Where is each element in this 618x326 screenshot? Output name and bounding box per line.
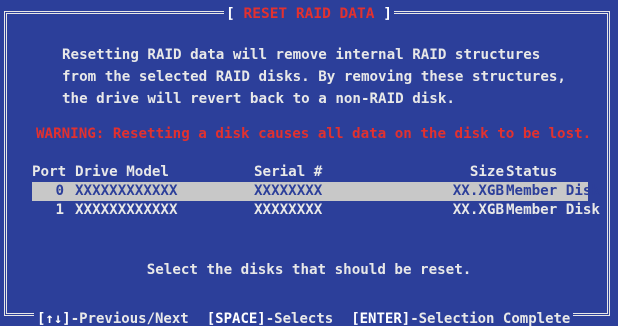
description-line-2: from the selected RAID disks. By removin… xyxy=(62,69,566,85)
table-header-row: Port Drive Model Serial # Size Status xyxy=(32,163,588,182)
description-line-1: Resetting RAID data will remove internal… xyxy=(62,47,541,63)
disk-row-0[interactable]: 0 XXXXXXXXXXXX XXXXXXXX XX.XGB Member Di… xyxy=(32,182,600,201)
key-help-complete: [ENTER]-Selection Complete xyxy=(351,309,570,326)
disk-table: Port Drive Model Serial # Size Status 0 … xyxy=(32,163,600,220)
header-serial: Serial # xyxy=(254,164,323,180)
disk-size: XX.XGB xyxy=(452,202,504,218)
description: Resetting RAID data will remove internal… xyxy=(62,44,602,110)
disk-serial: XXXXXXXX xyxy=(254,183,323,199)
description-line-3: the drive will revert back to a non-RAID… xyxy=(62,91,455,107)
warning-message: WARNING: Resetting a disk causes all dat… xyxy=(36,126,592,142)
dialog-title-text: RESET RAID DATA xyxy=(243,6,375,22)
complete-label: -Selection Complete xyxy=(410,311,571,326)
disk-model: XXXXXXXXXXXX xyxy=(75,183,178,199)
enter-key-hint: [ENTER] xyxy=(351,311,411,326)
raid-reset-screen: [ RESET RAID DATA ] Resetting RAID data … xyxy=(0,0,618,326)
key-help-select: [SPACE]-Selects xyxy=(207,309,333,326)
navigate-label: -Previous/Next xyxy=(70,311,189,326)
header-port: Port xyxy=(32,164,67,180)
title-bracket-left: [ xyxy=(226,6,244,22)
disk-model: XXXXXXXXXXXX xyxy=(75,202,178,218)
select-label: -Selects xyxy=(265,311,334,326)
header-drive-model: Drive Model xyxy=(75,164,169,180)
key-help-navigate: [↑↓]-Previous/Next xyxy=(37,309,189,326)
title-bar: [ RESET RAID DATA ] xyxy=(0,4,618,24)
header-status: Status xyxy=(506,164,558,180)
dialog-title: [ RESET RAID DATA ] xyxy=(224,4,394,24)
arrow-keys-hint: [↑↓] xyxy=(37,311,71,326)
disk-row-1[interactable]: 1 XXXXXXXXXXXX XXXXXXXX XX.XGB Member Di… xyxy=(32,201,600,220)
disk-port: 0 xyxy=(55,183,64,199)
space-key-hint: [SPACE] xyxy=(206,311,266,326)
disk-status: Member Disk xyxy=(506,202,600,218)
header-size: Size xyxy=(469,164,504,180)
disk-status: Member Disk xyxy=(506,183,600,199)
disk-size: XX.XGB xyxy=(452,183,504,199)
disk-port: 1 xyxy=(55,202,64,218)
key-help-bar: [↑↓]-Previous/Next [SPACE]-Selects [ENTER]… xyxy=(34,309,574,326)
instruction-prompt: Select the disks that should be reset. xyxy=(146,262,472,278)
title-bracket-right: ] xyxy=(374,6,392,22)
disk-serial: XXXXXXXX xyxy=(254,202,323,218)
